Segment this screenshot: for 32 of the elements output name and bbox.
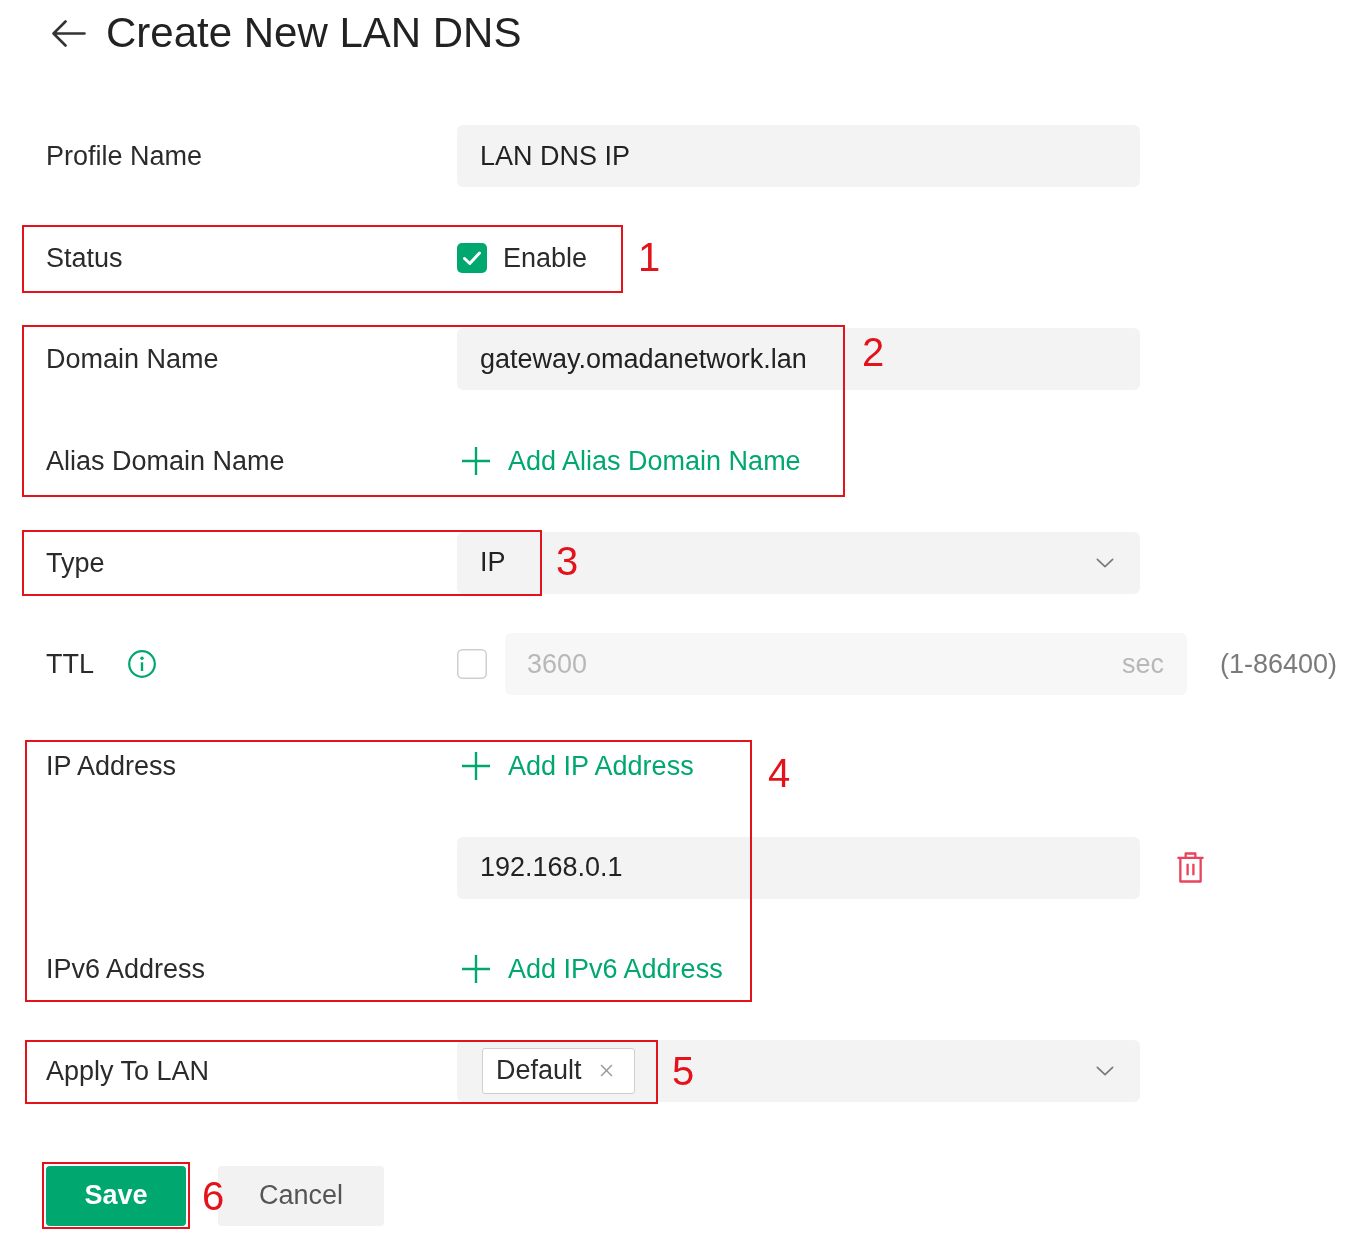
field-label: Alias Domain Name bbox=[46, 444, 285, 478]
plus-icon bbox=[461, 445, 491, 476]
info-icon[interactable] bbox=[128, 650, 156, 679]
field-label: TTL bbox=[46, 648, 94, 682]
annotation-number: 4 bbox=[768, 753, 791, 793]
chevron-down-icon bbox=[1096, 557, 1114, 568]
trash-icon[interactable] bbox=[1176, 851, 1205, 885]
text-field[interactable]: 192.168.0.1 bbox=[457, 836, 1140, 899]
range-hint: (1-86400) bbox=[1220, 648, 1338, 682]
close-icon[interactable] bbox=[599, 1064, 613, 1078]
annotation-number: 1 bbox=[638, 237, 661, 277]
annotation-number: 2 bbox=[862, 332, 885, 372]
checkbox-label: Enable bbox=[503, 241, 588, 275]
unit-label: sec bbox=[1121, 648, 1164, 680]
checkbox[interactable] bbox=[457, 649, 487, 680]
annotation-number: 3 bbox=[556, 541, 579, 581]
plus-icon bbox=[461, 750, 491, 781]
field-label: Apply To LAN bbox=[46, 1054, 210, 1088]
field-label: Status bbox=[46, 241, 123, 275]
tag-chip[interactable]: Default bbox=[482, 1047, 635, 1094]
checkbox[interactable] bbox=[457, 242, 487, 273]
text-field[interactable]: LAN DNS IP bbox=[457, 125, 1140, 187]
field-label: IPv6 Address bbox=[46, 953, 206, 987]
field-label: IP Address bbox=[46, 749, 177, 783]
chevron-down-icon bbox=[1096, 1065, 1114, 1076]
page-title: Create New LAN DNS bbox=[106, 8, 522, 58]
field-label: Type bbox=[46, 546, 105, 580]
annotation-number: 5 bbox=[672, 1051, 695, 1091]
plus-icon bbox=[461, 954, 491, 985]
field-label: Profile Name bbox=[46, 140, 203, 173]
field-label: Domain Name bbox=[46, 343, 219, 377]
back-arrow-icon[interactable] bbox=[52, 19, 86, 47]
